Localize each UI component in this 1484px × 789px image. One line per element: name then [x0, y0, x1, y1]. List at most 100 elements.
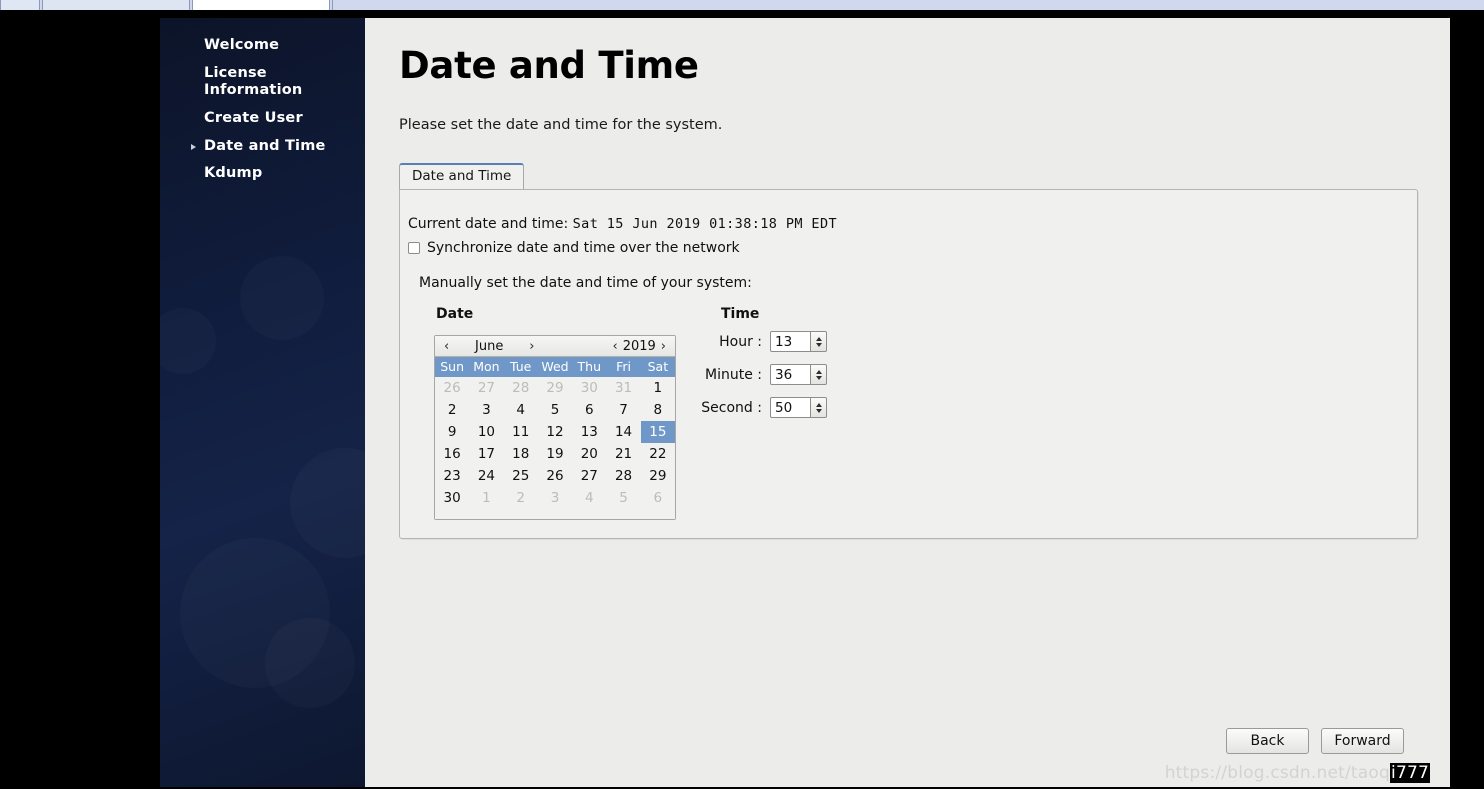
sidebar-item-label: License Information	[204, 64, 303, 99]
current-datetime-label: Current date and time:	[408, 216, 569, 232]
tabstrip: Date and Time	[399, 163, 1418, 190]
calendar-weekday-header: Sun Mon Tue Wed Thu Fri Sat	[435, 357, 675, 377]
sidebar-item-license-information[interactable]: License Information	[160, 63, 362, 102]
hour-row: Hour : 13	[690, 331, 827, 352]
watermark: https://blog.csdn.net/taoqi777	[1165, 763, 1430, 783]
calendar-day[interactable]: 21	[606, 443, 640, 465]
calendar-day[interactable]: 13	[572, 421, 606, 443]
sidebar-nav: Welcome License Information Create User …	[160, 35, 365, 191]
second-input[interactable]: 50	[770, 397, 811, 418]
chevron-up-icon[interactable]	[815, 402, 822, 407]
calendar-day[interactable]: 12	[538, 421, 572, 443]
sidebar-item-welcome[interactable]: Welcome	[160, 35, 365, 57]
prev-month-icon[interactable]: ‹	[440, 339, 453, 354]
chevron-down-icon[interactable]	[815, 408, 822, 413]
calendar-day[interactable]: 3	[469, 399, 503, 421]
calendar-day[interactable]: 19	[538, 443, 572, 465]
calendar-day[interactable]: 2	[504, 487, 538, 509]
calendar-day[interactable]: 31	[606, 377, 640, 399]
calendar-day[interactable]: 30	[435, 487, 469, 509]
minute-row: Minute : 36	[690, 364, 827, 385]
calendar-day[interactable]: 9	[435, 421, 469, 443]
calendar-day[interactable]: 29	[538, 377, 572, 399]
sync-network-row[interactable]: Synchronize date and time over the netwo…	[408, 240, 740, 256]
calendar-day-selected[interactable]: 15	[640, 421, 675, 443]
calendar-day[interactable]: 22	[641, 443, 675, 465]
calendar-day[interactable]: 5	[606, 487, 640, 509]
sidebar-item-kdump[interactable]: Kdump	[160, 163, 365, 185]
hour-stepper-buttons[interactable]	[811, 331, 827, 352]
chevron-down-icon[interactable]	[815, 342, 822, 347]
calendar-day[interactable]: 18	[504, 443, 538, 465]
calendar-day[interactable]: 26	[435, 377, 469, 399]
chevron-down-icon[interactable]	[815, 375, 822, 380]
calendar-day[interactable]: 14	[606, 421, 640, 443]
prev-year-icon[interactable]: ‹	[609, 339, 622, 354]
current-datetime-value: Sat 15 Jun 2019 01:38:18 PM EDT	[572, 216, 837, 232]
calendar-day[interactable]: 4	[504, 399, 538, 421]
calendar-month-label: June	[475, 338, 504, 354]
calendar-day[interactable]: 20	[572, 443, 606, 465]
sidebar-item-date-and-time[interactable]: Date and Time	[160, 136, 365, 158]
calendar-day[interactable]: 17	[469, 443, 503, 465]
calendar-day[interactable]: 6	[572, 399, 606, 421]
hour-input[interactable]: 13	[770, 331, 811, 352]
calendar-day[interactable]: 27	[572, 465, 606, 487]
calendar-day[interactable]: 10	[469, 421, 503, 443]
calendar-widget[interactable]: ‹ June › ‹ 2019 › Sun Mon Tue Wed Thu Fri Sat …	[434, 335, 676, 520]
calendar-day[interactable]: 16	[435, 443, 469, 465]
tab-date-and-time[interactable]: Date and Time	[399, 163, 525, 190]
decorative-bubble	[290, 448, 365, 558]
decorative-bubble	[265, 618, 355, 708]
calendar-day[interactable]: 4	[572, 487, 606, 509]
calendar-day[interactable]: 1	[469, 487, 503, 509]
calendar-day[interactable]: 29	[641, 465, 675, 487]
firstboot-window: Welcome License Information Create User …	[160, 18, 1450, 787]
calendar-day[interactable]: 5	[538, 399, 572, 421]
calendar-day[interactable]: 24	[469, 465, 503, 487]
content-area: Date and Time Please set the date and ti…	[365, 18, 1450, 787]
calendar-day[interactable]: 11	[504, 421, 538, 443]
calendar-day[interactable]: 6	[641, 487, 675, 509]
forward-button[interactable]: Forward	[1321, 728, 1404, 754]
sidebar: Welcome License Information Create User …	[160, 18, 365, 787]
calendar-day[interactable]: 27	[469, 377, 503, 399]
sidebar-item-label: Date and Time	[204, 137, 326, 154]
minute-input[interactable]: 36	[770, 364, 811, 385]
current-datetime-row: Current date and time: Sat 15 Jun 2019 0…	[408, 216, 837, 232]
sidebar-item-create-user[interactable]: Create User	[160, 108, 365, 130]
next-month-icon[interactable]: ›	[525, 339, 538, 354]
next-year-icon[interactable]: ›	[657, 339, 670, 354]
top-strip-segment	[42, 0, 190, 10]
hour-label: Hour :	[719, 333, 762, 350]
calendar-day[interactable]: 25	[504, 465, 538, 487]
calendar-weekday: Sun	[440, 359, 465, 374]
calendar-day-grid[interactable]: 26 27 28 29 30 31 1 2 3 4 5 6 7 8 9 10 11 12 13 14 15 16 17 18 1…	[435, 377, 675, 519]
calendar-day[interactable]: 28	[606, 465, 640, 487]
calendar-day[interactable]: 8	[641, 399, 675, 421]
calendar-day[interactable]: 23	[435, 465, 469, 487]
calendar-day[interactable]: 26	[538, 465, 572, 487]
second-stepper[interactable]: 50	[770, 397, 827, 418]
sync-network-checkbox[interactable]	[408, 242, 420, 254]
calendar-day[interactable]: 30	[572, 377, 606, 399]
minute-stepper[interactable]: 36	[770, 364, 827, 385]
second-label: Second :	[701, 399, 762, 416]
date-time-panel: Current date and time: Sat 15 Jun 2019 0…	[399, 189, 1418, 539]
calendar-weekday: Fri	[616, 359, 632, 374]
watermark-tail: i777	[1390, 763, 1430, 783]
footer-buttons: Back Forward	[1226, 728, 1404, 754]
minute-label: Minute :	[705, 366, 762, 383]
calendar-day[interactable]: 1	[641, 377, 675, 399]
second-stepper-buttons[interactable]	[811, 397, 827, 418]
calendar-day[interactable]: 7	[606, 399, 640, 421]
calendar-weekday: Thu	[577, 359, 602, 374]
calendar-day[interactable]: 28	[504, 377, 538, 399]
chevron-up-icon[interactable]	[815, 369, 822, 374]
minute-stepper-buttons[interactable]	[811, 364, 827, 385]
hour-stepper[interactable]: 13	[770, 331, 827, 352]
back-button[interactable]: Back	[1226, 728, 1309, 754]
chevron-up-icon[interactable]	[815, 336, 822, 341]
calendar-day[interactable]: 2	[435, 399, 469, 421]
calendar-day[interactable]: 3	[538, 487, 572, 509]
